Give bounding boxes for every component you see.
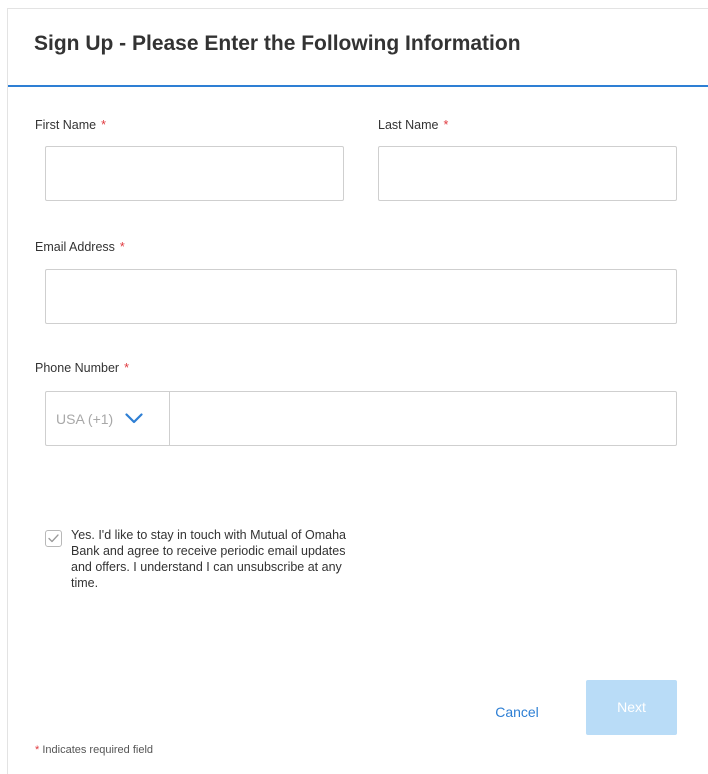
- country-code-select[interactable]: USA (+1): [46, 392, 170, 445]
- phone-field-group: USA (+1): [45, 391, 677, 446]
- email-input[interactable]: [45, 269, 677, 324]
- panel-header: Sign Up - Please Enter the Following Inf…: [8, 9, 708, 87]
- email-label: Email Address *: [35, 240, 125, 254]
- required-marker: *: [101, 118, 106, 132]
- last-name-label: Last Name *: [378, 118, 449, 132]
- required-marker: *: [443, 118, 449, 132]
- country-code-value: USA (+1): [56, 410, 114, 427]
- required-marker: *: [35, 744, 40, 756]
- first-name-input[interactable]: [45, 146, 344, 201]
- required-marker: *: [119, 240, 125, 254]
- consent-text: Yes. I'd like to stay in touch with Mutu…: [71, 528, 346, 590]
- phone-label: Phone Number *: [35, 361, 129, 375]
- signup-panel: Sign Up - Please Enter the Following Inf…: [7, 8, 708, 774]
- next-button[interactable]: Next: [586, 680, 677, 735]
- cancel-button[interactable]: Cancel: [476, 699, 558, 725]
- required-marker: *: [124, 361, 129, 375]
- chevron-down-icon: [125, 413, 143, 424]
- checkmark-icon: [48, 530, 59, 548]
- first-name-label: First Name *: [35, 118, 106, 132]
- last-name-input[interactable]: [378, 146, 677, 201]
- required-footnote: * Indicates required field: [35, 744, 154, 756]
- phone-number-input[interactable]: [170, 392, 676, 445]
- consent-checkbox[interactable]: [45, 530, 62, 547]
- page-title: Sign Up - Please Enter the Following Inf…: [34, 32, 521, 55]
